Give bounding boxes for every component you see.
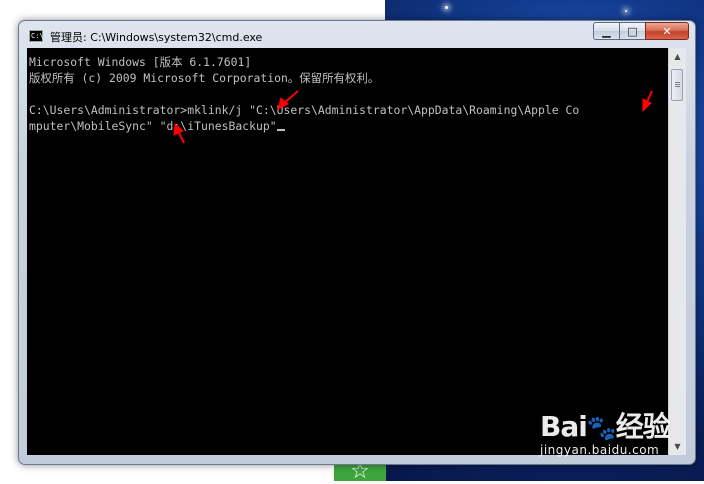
red-arrow-icon [277, 90, 299, 110]
paw-icon: 🐾 [586, 414, 617, 442]
baidu-watermark: Bai🐾经验 jingyan.baidu.com [540, 405, 671, 457]
watermark-logo-left: Bai [540, 410, 588, 443]
red-arrow-icon [642, 90, 653, 113]
watermark-logo-right: 经验 [615, 410, 671, 443]
watermark-logo: Bai🐾经验 [540, 410, 671, 443]
watermark-url: jingyan.baidu.com [540, 443, 660, 457]
red-arrow-icon [173, 122, 185, 144]
